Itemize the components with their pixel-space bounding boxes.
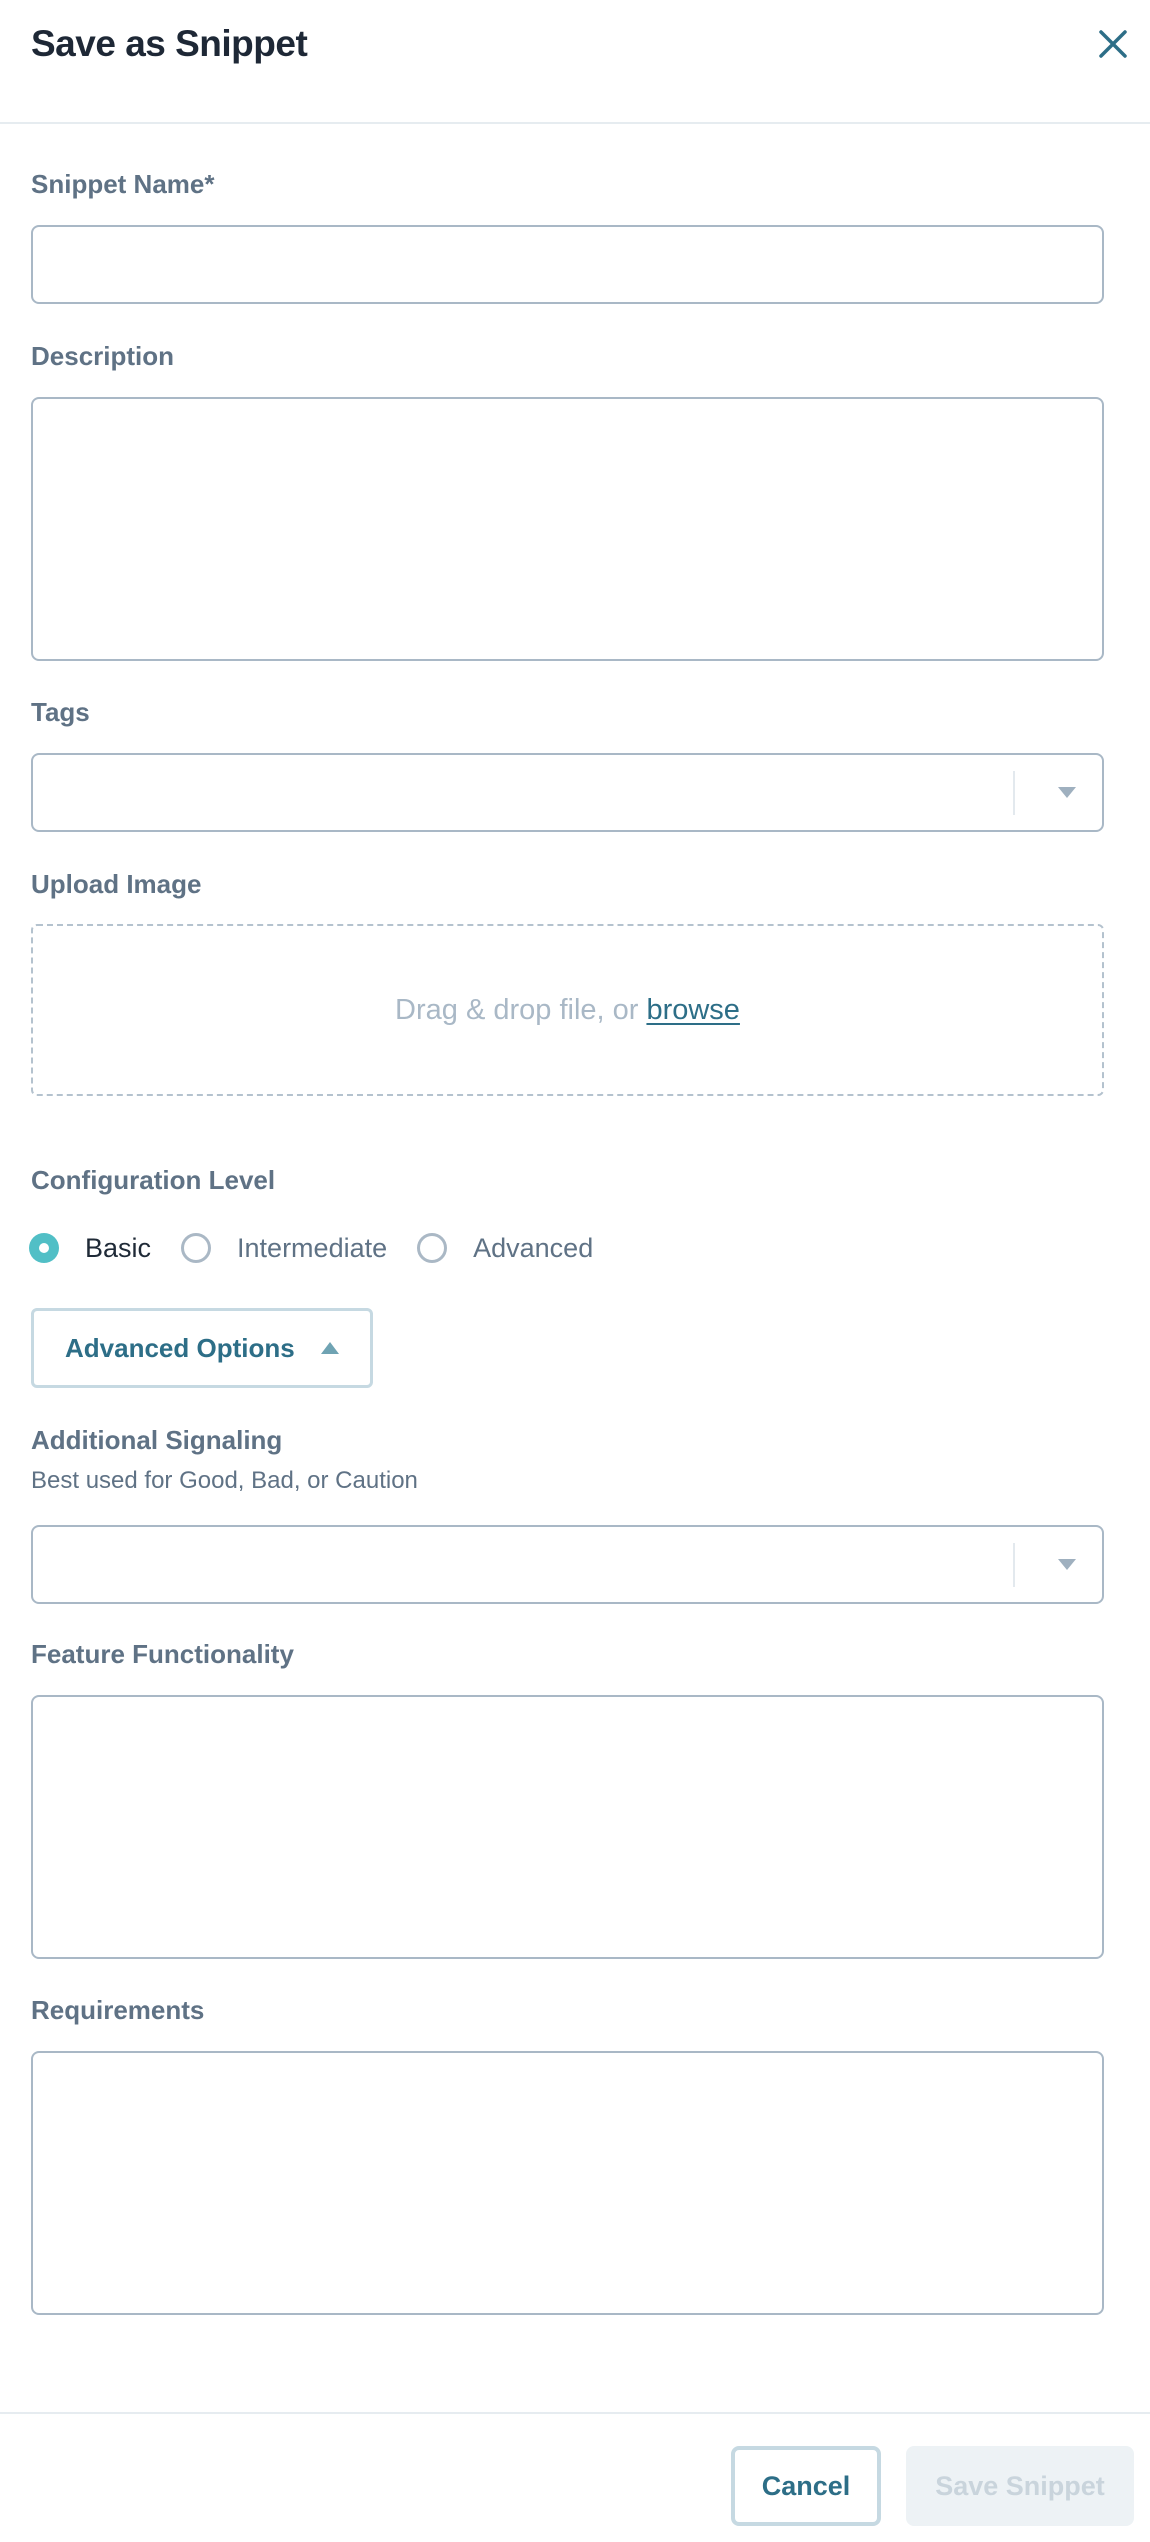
close-button[interactable] (1095, 26, 1131, 62)
radio-basic[interactable]: Basic (29, 1233, 151, 1264)
tags-select[interactable] (31, 753, 1104, 832)
dialog-header: Save as Snippet (0, 0, 1150, 124)
dialog-title: Save as Snippet (31, 23, 308, 64)
close-icon (1099, 30, 1127, 58)
additional-signaling-select[interactable] (31, 1525, 1104, 1604)
radio-unchecked-icon[interactable] (181, 1233, 212, 1263)
save-snippet-button[interactable]: Save Snippet (906, 2446, 1134, 2526)
configuration-level-radio-group: Basic Intermediate Advanced (29, 1228, 623, 1268)
cancel-button[interactable]: Cancel (731, 2446, 881, 2526)
description-label: Description (31, 341, 175, 371)
snippet-name-label: Snippet Name* (31, 169, 215, 199)
snippet-name-field[interactable] (31, 225, 1104, 304)
upload-prompt: Drag & drop file, or (395, 993, 639, 1026)
feature-functionality-field[interactable] (31, 1695, 1104, 1959)
radio-label-basic: Basic (85, 1232, 152, 1263)
advanced-options-toggle[interactable]: Advanced Options (31, 1308, 373, 1388)
chevron-down-icon[interactable] (1058, 787, 1076, 798)
upload-image-label: Upload Image (31, 869, 202, 899)
select-divider (1013, 771, 1015, 815)
feature-functionality-label: Feature Functionality (31, 1639, 294, 1669)
feature-functionality-textarea[interactable] (33, 1697, 1102, 1957)
chevron-down-icon[interactable] (1058, 1559, 1076, 1570)
tags-label: Tags (31, 697, 90, 727)
radio-unchecked-icon[interactable] (417, 1233, 448, 1263)
configuration-level-label: Configuration Level (31, 1165, 276, 1195)
requirements-label: Requirements (31, 1995, 205, 2025)
requirements-field[interactable] (31, 2051, 1104, 2315)
radio-label-intermediate: Intermediate (237, 1232, 388, 1263)
caret-up-icon (320, 1342, 339, 1354)
description-textarea[interactable] (33, 399, 1102, 659)
description-field[interactable] (31, 397, 1104, 661)
browse-link[interactable]: browse (646, 994, 740, 1027)
select-divider (1013, 1543, 1015, 1587)
radio-label-advanced: Advanced (473, 1232, 594, 1263)
radio-advanced[interactable]: Advanced (417, 1233, 593, 1264)
requirements-textarea[interactable] (33, 2053, 1102, 2313)
additional-signaling-label: Additional Signaling (31, 1425, 283, 1455)
additional-signaling-helper: Best used for Good, Bad, or Caution (31, 1467, 418, 1494)
radio-checked-icon[interactable] (29, 1233, 59, 1263)
snippet-name-input[interactable] (33, 227, 1102, 302)
upload-dropzone[interactable]: Drag & drop file, or browse (31, 924, 1104, 1096)
advanced-options-label: Advanced Options (65, 1332, 295, 1363)
radio-intermediate[interactable]: Intermediate (181, 1233, 387, 1264)
